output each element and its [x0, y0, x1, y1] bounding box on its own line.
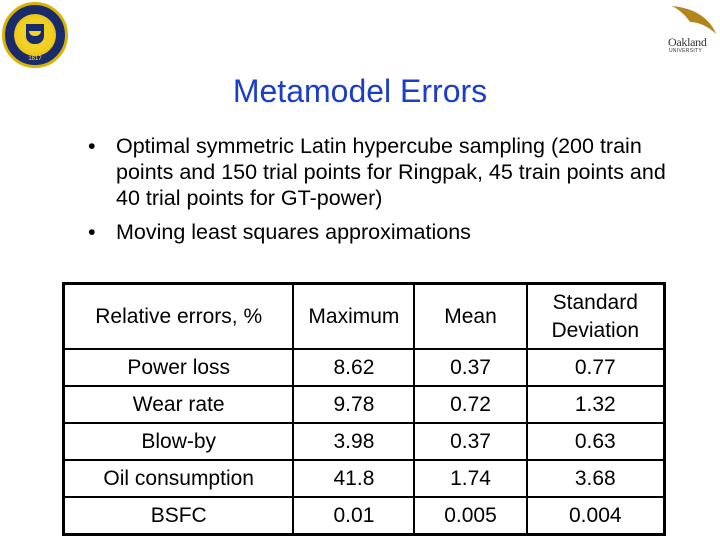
mean-cell: 0.72 [413, 386, 528, 424]
row-label: Power loss [62, 349, 295, 387]
bullet-list: • Optimal symmetric Latin hypercube samp… [88, 133, 688, 253]
maximum-cell: 8.62 [292, 349, 416, 387]
header-mean: Mean [413, 283, 528, 350]
bullet-text: Optimal symmetric Latin hypercube sampli… [116, 134, 666, 210]
row-label: Wear rate [62, 386, 295, 424]
header-relative-errors: Relative errors, % [62, 283, 295, 350]
maximum-cell: 41.8 [292, 460, 416, 498]
mean-cell: 0.37 [413, 349, 528, 387]
university-of-michigan-logo: 1817 [2, 2, 68, 68]
metamodel-errors-table: Relative errors, % Maximum Mean Standard… [62, 282, 666, 536]
header-standard-deviation: Standard Deviation [525, 283, 666, 350]
sail-icon [672, 6, 716, 34]
table-row: BSFC 0.01 0.005 0.004 [62, 497, 666, 535]
header-maximum: Maximum [292, 283, 416, 350]
row-label: Blow-by [62, 423, 295, 461]
std-dev-cell: 0.63 [525, 423, 666, 461]
table-header-row: Relative errors, % Maximum Mean Standard… [62, 283, 666, 350]
std-dev-cell: 1.32 [525, 386, 666, 424]
table-row: Blow-by 3.98 0.37 0.63 [62, 423, 666, 461]
mean-cell: 0.37 [413, 423, 528, 461]
bullet-item: • Optimal symmetric Latin hypercube samp… [88, 133, 688, 211]
bullet-marker: • [88, 134, 96, 158]
table-row: Oil consumption 41.8 1.74 3.68 [62, 460, 666, 498]
bullet-text: Moving least squares approximations [116, 220, 471, 244]
std-dev-cell: 0.77 [525, 349, 666, 387]
row-label: Oil consumption [62, 460, 295, 498]
row-label: BSFC [62, 497, 295, 535]
seal-year: 1817 [28, 56, 42, 62]
maximum-cell: 0.01 [292, 497, 416, 535]
table-row: Power loss 8.62 0.37 0.77 [62, 349, 666, 387]
oakland-university-logo: Oakland UNIVERSITY [664, 4, 720, 54]
std-dev-cell: 0.004 [525, 497, 666, 535]
table-row: Wear rate 9.78 0.72 1.32 [62, 386, 666, 424]
maximum-cell: 3.98 [292, 423, 416, 461]
university-subtitle: UNIVERSITY [669, 48, 703, 54]
bullet-item: • Moving least squares approximations [88, 219, 688, 245]
maximum-cell: 9.78 [292, 386, 416, 424]
mean-cell: 1.74 [413, 460, 528, 498]
bullet-marker: • [88, 220, 96, 244]
std-dev-cell: 3.68 [525, 460, 666, 498]
mean-cell: 0.005 [413, 497, 528, 535]
slide-title: Metamodel Errors [232, 73, 488, 109]
